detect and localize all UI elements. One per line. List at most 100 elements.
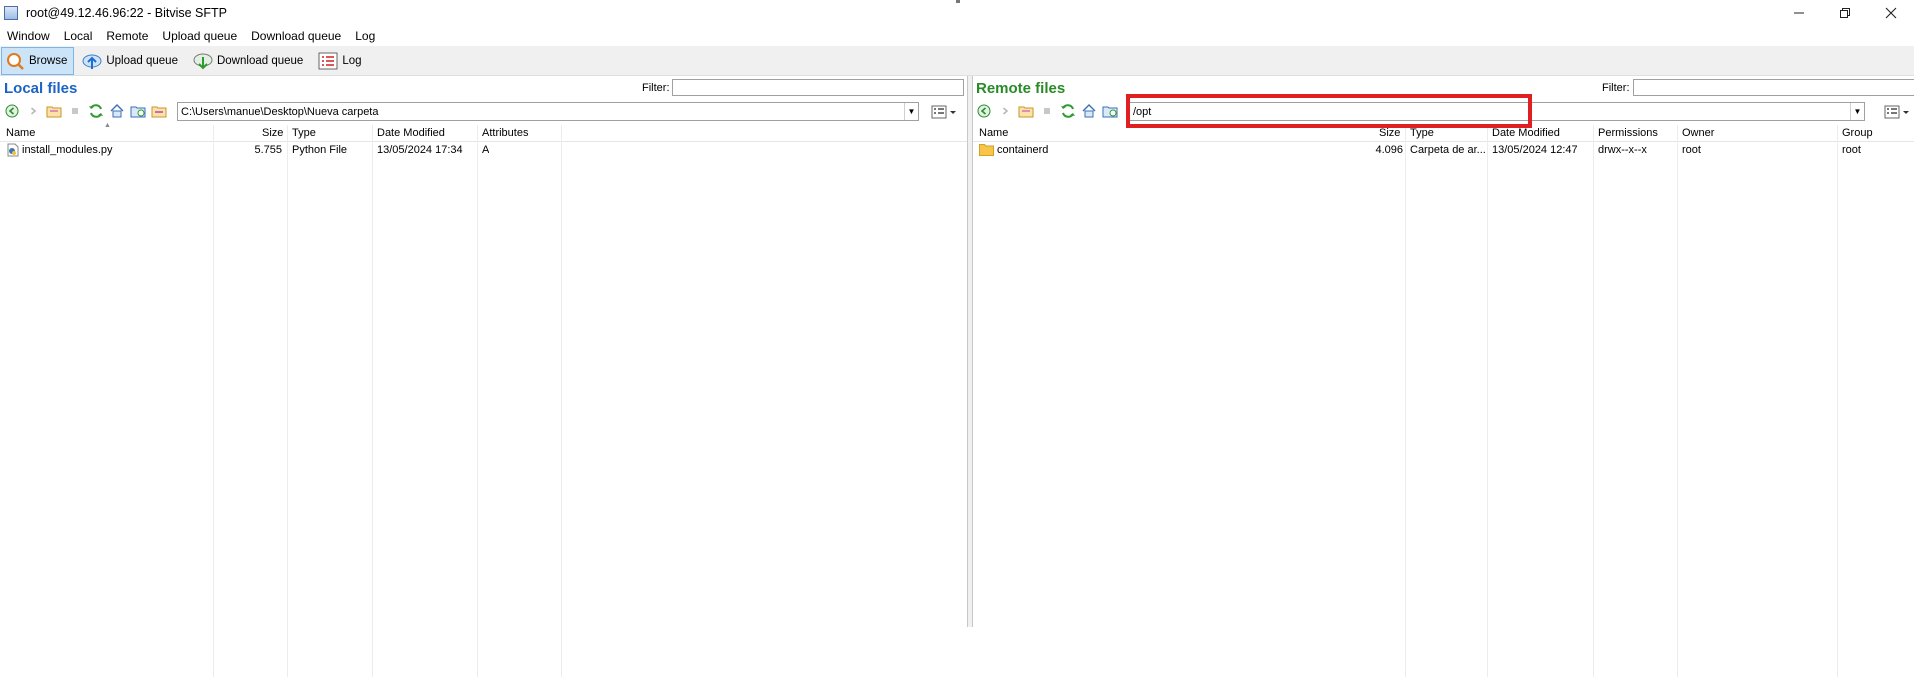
browse-button[interactable]: Browse: [1, 46, 75, 75]
folder-link-icon[interactable]: [150, 102, 168, 120]
view-options-button[interactable]: [1883, 103, 1911, 121]
menu-upload-queue[interactable]: Upload queue: [155, 29, 244, 43]
window-title: root@49.12.46.96:22 - Bitvise SFTP: [26, 6, 227, 20]
menu-local[interactable]: Local: [57, 29, 100, 43]
view-options-icon: [1884, 105, 1909, 119]
col-group[interactable]: Group: [1842, 127, 1873, 139]
download-cloud-icon: [193, 51, 213, 71]
col-size[interactable]: Size: [1379, 127, 1400, 139]
local-path-input[interactable]: C:\Users\manue\Desktop\Nueva carpeta ▼: [177, 102, 919, 121]
col-type[interactable]: Type: [292, 127, 316, 139]
home-icon[interactable]: [108, 102, 126, 120]
column-divider: [1487, 125, 1488, 677]
col-date-modified[interactable]: Date Modified: [1492, 127, 1560, 139]
col-size[interactable]: Size: [262, 127, 283, 139]
toolbar: Browse Upload queue Download queue Log: [0, 46, 1914, 76]
sort-asc-icon: ▲: [104, 122, 111, 129]
close-button[interactable]: [1868, 0, 1914, 26]
col-owner[interactable]: Owner: [1682, 127, 1714, 139]
menu-download-queue[interactable]: Download queue: [244, 29, 348, 43]
minimize-icon: [1794, 12, 1804, 14]
local-path-bar: C:\Users\manue\Desktop\Nueva carpeta ▼: [0, 100, 967, 122]
remote-files-title: Remote files: [976, 80, 1066, 97]
column-divider: [1677, 125, 1678, 677]
app-icon: [4, 6, 18, 20]
folder-icon: [979, 143, 994, 157]
forward-icon[interactable]: [996, 102, 1014, 120]
open-folder-icon[interactable]: [45, 102, 63, 120]
remote-path-input[interactable]: /opt ▼: [1129, 102, 1865, 121]
back-icon[interactable]: [3, 102, 21, 120]
remote-column-headers: Name Size Type Date Modified Permissions…: [973, 125, 1914, 142]
table-row[interactable]: containerd 4.096 Carpeta de ar... 13/05/…: [973, 142, 1914, 159]
file-type: Carpeta de ar...: [1410, 144, 1486, 156]
log-button[interactable]: Log: [314, 47, 368, 75]
col-attributes[interactable]: Attributes: [482, 127, 528, 139]
remote-path-bar: /opt ▼: [973, 100, 1914, 122]
local-files-panel: Local files Filter: C:\Users\manue\Deskt…: [0, 76, 968, 677]
chevron-down-icon[interactable]: ▼: [904, 103, 918, 120]
window-controls: [1776, 0, 1914, 26]
new-folder-icon[interactable]: [129, 102, 147, 120]
menu-window[interactable]: Window: [0, 29, 57, 43]
minimize-button[interactable]: [1776, 0, 1822, 26]
home-icon[interactable]: [1080, 102, 1098, 120]
remote-filter-label: Filter:: [1602, 82, 1630, 94]
resize-grip-dot: [956, 0, 960, 3]
column-divider: [477, 125, 478, 677]
upload-cloud-icon: [82, 51, 102, 71]
title-bar: root@49.12.46.96:22 - Bitvise SFTP: [0, 0, 1914, 26]
forward-icon[interactable]: [24, 102, 42, 120]
download-queue-button[interactable]: Download queue: [189, 47, 310, 75]
file-modified: 13/05/2024 12:47: [1492, 144, 1578, 156]
restore-icon: [1840, 8, 1850, 18]
local-panel-header: Local files Filter:: [0, 76, 967, 100]
python-file-icon: [6, 143, 20, 157]
new-folder-icon[interactable]: [1101, 102, 1119, 120]
column-divider: [561, 125, 562, 677]
file-size: 5.755: [254, 144, 282, 156]
stop-icon[interactable]: [1038, 102, 1056, 120]
column-divider: [1837, 125, 1838, 677]
view-options-icon: [931, 105, 956, 119]
open-folder-icon[interactable]: [1017, 102, 1035, 120]
col-name[interactable]: Name: [979, 127, 1008, 139]
close-icon: [1885, 7, 1897, 19]
local-filter-input[interactable]: [672, 79, 964, 96]
refresh-icon[interactable]: [87, 102, 105, 120]
column-divider: [1405, 125, 1406, 677]
col-name[interactable]: Name: [6, 127, 35, 139]
local-files-title: Local files: [4, 80, 78, 97]
table-row[interactable]: install_modules.py 5.755 Python File 13/…: [0, 142, 967, 159]
stop-icon[interactable]: [66, 102, 84, 120]
col-type[interactable]: Type: [1410, 127, 1434, 139]
remote-filter-input[interactable]: [1633, 79, 1914, 96]
file-attributes: A: [482, 144, 490, 156]
file-modified: 13/05/2024 17:34: [377, 144, 463, 156]
file-owner: root: [1682, 144, 1701, 156]
log-icon: [318, 51, 338, 71]
file-name: containerd: [997, 144, 1049, 156]
back-icon[interactable]: [975, 102, 993, 120]
remote-panel-header: Remote files Filter:: [973, 76, 1914, 100]
restore-button[interactable]: [1822, 0, 1868, 26]
file-type: Python File: [292, 144, 348, 156]
column-divider: [1593, 125, 1594, 677]
chevron-down-icon[interactable]: ▼: [1850, 103, 1864, 120]
menu-remote[interactable]: Remote: [99, 29, 155, 43]
upload-queue-button[interactable]: Upload queue: [78, 47, 185, 75]
local-filter-label: Filter:: [642, 82, 670, 94]
menu-bar: Window Local Remote Upload queue Downloa…: [0, 26, 1914, 46]
col-permissions[interactable]: Permissions: [1598, 127, 1658, 139]
log-label: Log: [342, 54, 362, 67]
view-options-button[interactable]: [930, 103, 958, 121]
col-date-modified[interactable]: Date Modified: [377, 127, 445, 139]
refresh-icon[interactable]: [1059, 102, 1077, 120]
download-queue-label: Download queue: [216, 54, 304, 67]
file-size: 4.096: [1375, 144, 1403, 156]
local-column-headers: Name ▲ Size Type Date Modified Attribute…: [0, 122, 967, 142]
browse-label: Browse: [29, 54, 68, 67]
menu-log[interactable]: Log: [348, 29, 382, 43]
upload-queue-label: Upload queue: [106, 54, 178, 67]
file-group: root: [1842, 144, 1861, 156]
